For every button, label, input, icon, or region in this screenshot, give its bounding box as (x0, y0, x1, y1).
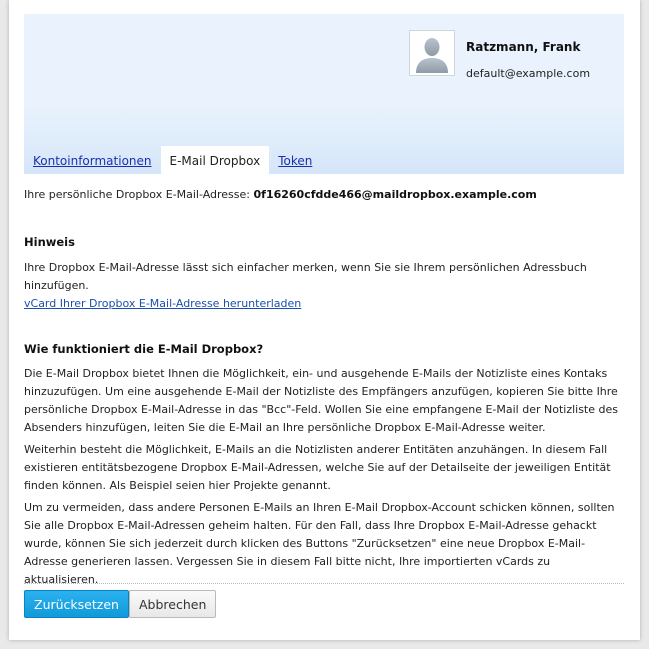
tab-token[interactable]: Token (269, 146, 321, 174)
cancel-button[interactable]: Abbrechen (129, 590, 217, 618)
tab-email-dropbox[interactable]: E-Mail Dropbox (160, 146, 270, 174)
howto-paragraph-3: Um zu vermeiden, dass andere Personen E-… (24, 501, 615, 586)
avatar (409, 30, 455, 76)
dropbox-content: Ihre persönliche Dropbox E-Mail-Adresse:… (24, 186, 624, 589)
dropbox-address-label: Ihre persönliche Dropbox E-Mail-Adresse: (24, 188, 254, 201)
dropbox-address-line: Ihre persönliche Dropbox E-Mail-Adresse:… (24, 186, 624, 204)
hint-text: Ihre Dropbox E-Mail-Adresse lässt sich e… (24, 261, 587, 292)
howto-heading: Wie funktioniert die E-Mail Dropbox? (24, 342, 264, 356)
tab-kontoinformationen[interactable]: Kontoinformationen (24, 146, 161, 174)
vcard-download-link[interactable]: vCard Ihrer Dropbox E-Mail-Adresse herun… (24, 297, 301, 310)
user-email: default@example.com (466, 67, 591, 80)
user-name: Ratzmann, Frank (466, 40, 581, 54)
profile-header: Ratzmann, Frank default@example.com Kont… (24, 14, 624, 174)
hint-heading: Hinweis (24, 235, 75, 249)
dropbox-dialog: Ratzmann, Frank default@example.com Kont… (9, 0, 640, 640)
footer-divider (24, 583, 624, 584)
howto-paragraph-1: Die E-Mail Dropbox bietet Ihnen die Mögl… (24, 367, 618, 434)
reset-button[interactable]: Zurücksetzen (24, 590, 129, 618)
howto-paragraph-2: Weiterhin besteht die Möglichkeit, E-Mai… (24, 443, 611, 492)
dropbox-address: 0f16260cfdde466@maildropbox.example.com (253, 188, 537, 201)
user-silhouette-icon (412, 33, 452, 73)
tab-bar: Kontoinformationen E-Mail Dropbox Token (24, 146, 321, 174)
vcard-link-row: vCard Ihrer Dropbox E-Mail-Adresse herun… (24, 295, 624, 313)
